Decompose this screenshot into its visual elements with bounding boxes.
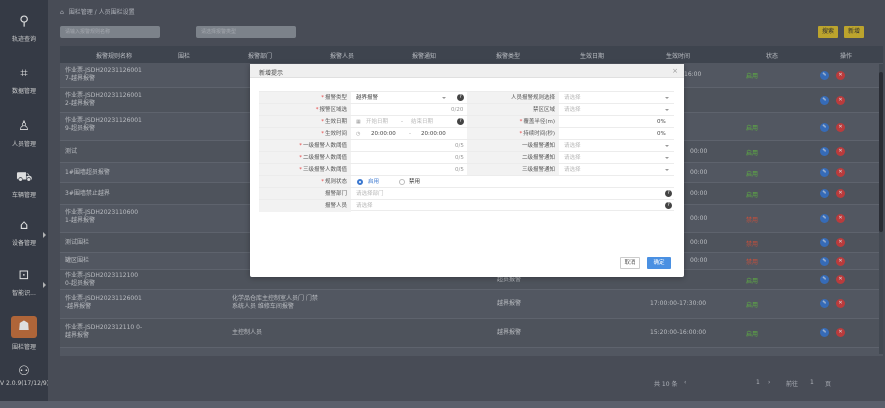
dialog-title: 新增提示 [259,70,284,77]
form-row: 报警部门 请选择部门 ? [259,187,674,200]
form-row: *三级报警人数阈值 0/5 三级报警通知 请选择 [259,163,674,176]
people-select[interactable]: 请选择 [356,200,373,212]
form-row: *规则状态 启用 禁用 [259,175,674,188]
status-off-radio[interactable] [399,179,405,185]
chevron-down-icon [665,109,669,111]
form-row: *二级报警人数阈值 0/5 二级报警通知 请选择 [259,151,674,164]
form-row: *报警类型 越界报警 ? 人员报警规则选择 请选择 [259,91,674,104]
chevron-down-icon [442,97,446,99]
confirm-button[interactable]: 确定 [647,257,671,269]
chevron-down-icon [665,169,669,171]
help-icon[interactable]: ? [457,118,464,125]
chevron-down-icon [665,157,669,159]
close-icon[interactable]: × [672,67,678,75]
form-row: *报警区域选 0/20 禁区区域 请选择 [259,103,674,116]
cancel-button[interactable]: 取消 [620,257,640,269]
form-row: 报警人员 请选择 ? [259,199,674,212]
add-rule-dialog: 新增提示 × *报警类型 越界报警 ? 人员报警规则选择 请选择 *报警区域选 … [250,64,684,277]
help-icon[interactable]: ? [665,202,672,209]
chevron-down-icon [665,97,669,99]
help-icon[interactable]: ? [665,190,672,197]
chevron-down-icon [665,145,669,147]
dialog-header: 新增提示 × [250,64,684,78]
status-on-radio[interactable] [357,179,363,185]
form-row: *一级报警人数阈值 0/5 一级报警通知 请选择 [259,139,674,152]
people-label: 报警人员 [259,200,351,212]
form-row: *生效日期 ▦ 开始日期 - 结束日期 ? *覆盖半径(m) 0% [259,115,674,128]
help-icon[interactable]: ? [457,94,464,101]
form-row: *生效时间 ◷ 20:00:00 - 20:00:00 *持续时间(秒) 0% [259,127,674,140]
